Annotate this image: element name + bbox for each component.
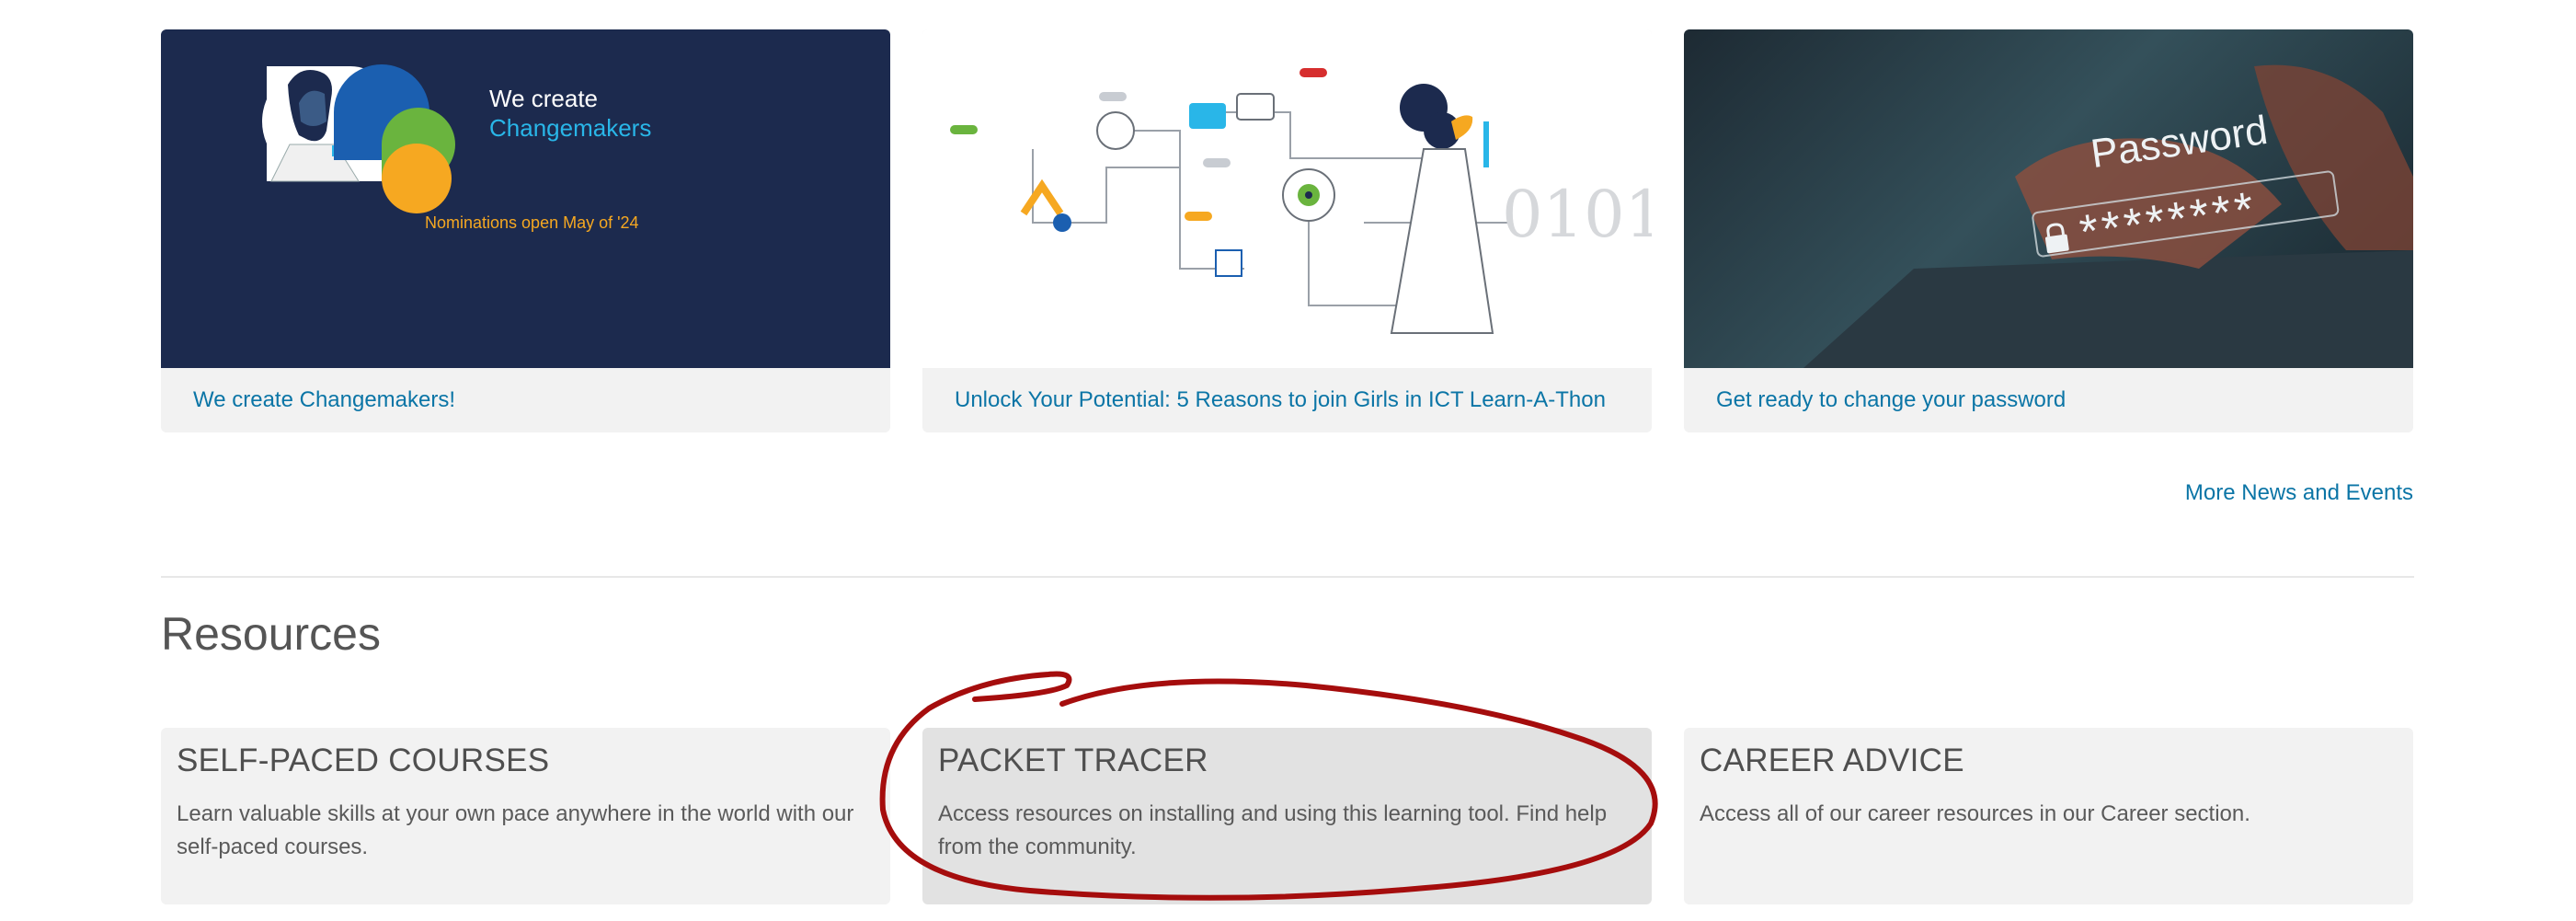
more-news-events-link[interactable]: More News and Events bbox=[2185, 480, 2413, 506]
changemakers-banner[interactable]: We create Changemakers Nominations open … bbox=[161, 29, 890, 368]
banner-headline: We create bbox=[489, 85, 599, 112]
binary-decoration: 0101 bbox=[1502, 177, 1652, 252]
resource-description: Access all of our career resources in ou… bbox=[1700, 801, 2250, 826]
resource-card-career-advice[interactable]: CAREER ADVICE Access all of our career r… bbox=[1684, 728, 2413, 904]
resource-description: Learn valuable skills at your own pace a… bbox=[177, 801, 854, 859]
lock-icon bbox=[2041, 221, 2072, 256]
resource-description: Access resources on installing and using… bbox=[938, 801, 1608, 859]
resource-card-packet-tracer[interactable]: PACKET TRACER Access resources on instal… bbox=[922, 728, 1652, 904]
banner-highlight: Changemakers bbox=[489, 114, 652, 142]
news-link-girls-in-ict[interactable]: Unlock Your Potential: 5 Reasons to join… bbox=[955, 387, 1606, 413]
resources-heading: Resources bbox=[161, 608, 381, 660]
resource-title: SELF-PACED COURSES bbox=[177, 743, 550, 778]
changemakers-illustration bbox=[262, 64, 455, 213]
password-banner[interactable]: Password ******** bbox=[1684, 29, 2413, 368]
section-divider bbox=[161, 576, 2414, 578]
news-link-password[interactable]: Get ready to change your password bbox=[1716, 387, 2066, 413]
news-card-password[interactable]: Password ******** Get ready to change yo… bbox=[1684, 29, 2413, 432]
keyboard-hands-illustration bbox=[1803, 64, 2413, 368]
resource-title: CAREER ADVICE bbox=[1700, 743, 1964, 778]
girls-in-ict-banner[interactable]: 0101 bbox=[922, 29, 1652, 368]
news-card-girls-in-ict[interactable]: 0101 Unlock Your Potential: 5 Reasons to… bbox=[922, 29, 1652, 432]
news-card-changemakers[interactable]: We create Changemakers Nominations open … bbox=[161, 29, 890, 432]
resource-title: PACKET TRACER bbox=[938, 743, 1208, 778]
resource-card-self-paced[interactable]: SELF-PACED COURSES Learn valuable skills… bbox=[161, 728, 890, 904]
news-link-changemakers[interactable]: We create Changemakers! bbox=[193, 387, 455, 413]
banner-footer: Nominations open May of '24 bbox=[425, 213, 639, 232]
